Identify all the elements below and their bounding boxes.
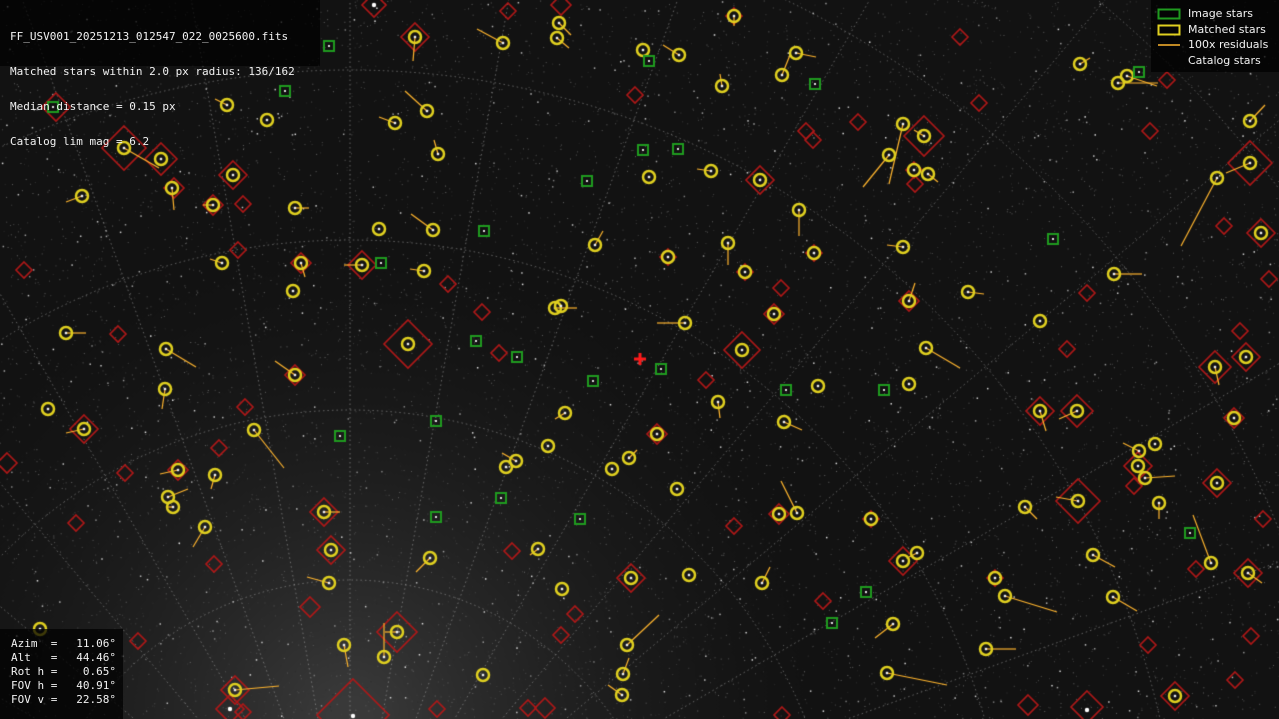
legend-matched-stars: Matched stars bbox=[1151, 23, 1279, 37]
catalog-limit-text: Catalog lim mag = 6.2 bbox=[10, 134, 150, 148]
altitude-label: Alt bbox=[11, 651, 31, 664]
median-distance-text: Median distance = 0.15 px bbox=[10, 99, 176, 113]
rotation-label: Rot h bbox=[11, 665, 45, 678]
matched-stars-text: Matched stars within 2.0 px radius: 136/… bbox=[10, 64, 295, 78]
legend-catalog-stars-label: Catalog stars bbox=[1188, 54, 1261, 67]
fov-v-row: FOV v = 22.58° bbox=[11, 693, 116, 706]
azimuth-row: Azim = 11.06° bbox=[11, 637, 116, 650]
yellow-circle-icon bbox=[1157, 24, 1181, 36]
azimuth-value: 11.06° bbox=[76, 637, 116, 650]
altitude-row: Alt = 44.46° bbox=[11, 651, 116, 664]
azimuth-label: Azim bbox=[11, 637, 38, 650]
filename-text: FF_USV001_20251213_012547_022_0025600.fi… bbox=[10, 30, 289, 44]
legend-residuals-label: 100x residuals bbox=[1188, 38, 1269, 51]
altitude-value: 44.46° bbox=[76, 651, 116, 664]
legend-matched-stars-label: Matched stars bbox=[1188, 23, 1266, 36]
fov-h-value: 40.91° bbox=[76, 679, 116, 692]
legend-residuals: 100x residuals bbox=[1151, 38, 1279, 52]
legend-image-stars-label: Image stars bbox=[1188, 7, 1253, 20]
plot-legend: Image stars Matched stars 100x residuals… bbox=[1151, 0, 1279, 72]
legend-catalog-stars: Catalog stars bbox=[1151, 54, 1279, 68]
green-square-icon bbox=[1157, 8, 1181, 20]
fov-h-row: FOV h = 40.91° bbox=[11, 679, 116, 692]
fov-v-label: FOV v bbox=[11, 693, 45, 706]
rotation-row: Rot h = 0.65° bbox=[11, 665, 116, 678]
calibration-info-box: FF_USV001_20251213_012547_022_0025600.fi… bbox=[0, 0, 320, 147]
rotation-value: 0.65° bbox=[82, 665, 116, 678]
legend-image-stars: Image stars bbox=[1151, 7, 1279, 21]
fov-v-value: 22.58° bbox=[76, 693, 116, 706]
fov-h-label: FOV h bbox=[11, 679, 45, 692]
residual-line-icon bbox=[1158, 44, 1180, 46]
pointing-info-box: Azim = 11.06° Alt = 44.46° Rot h = 0.65°… bbox=[0, 629, 123, 719]
